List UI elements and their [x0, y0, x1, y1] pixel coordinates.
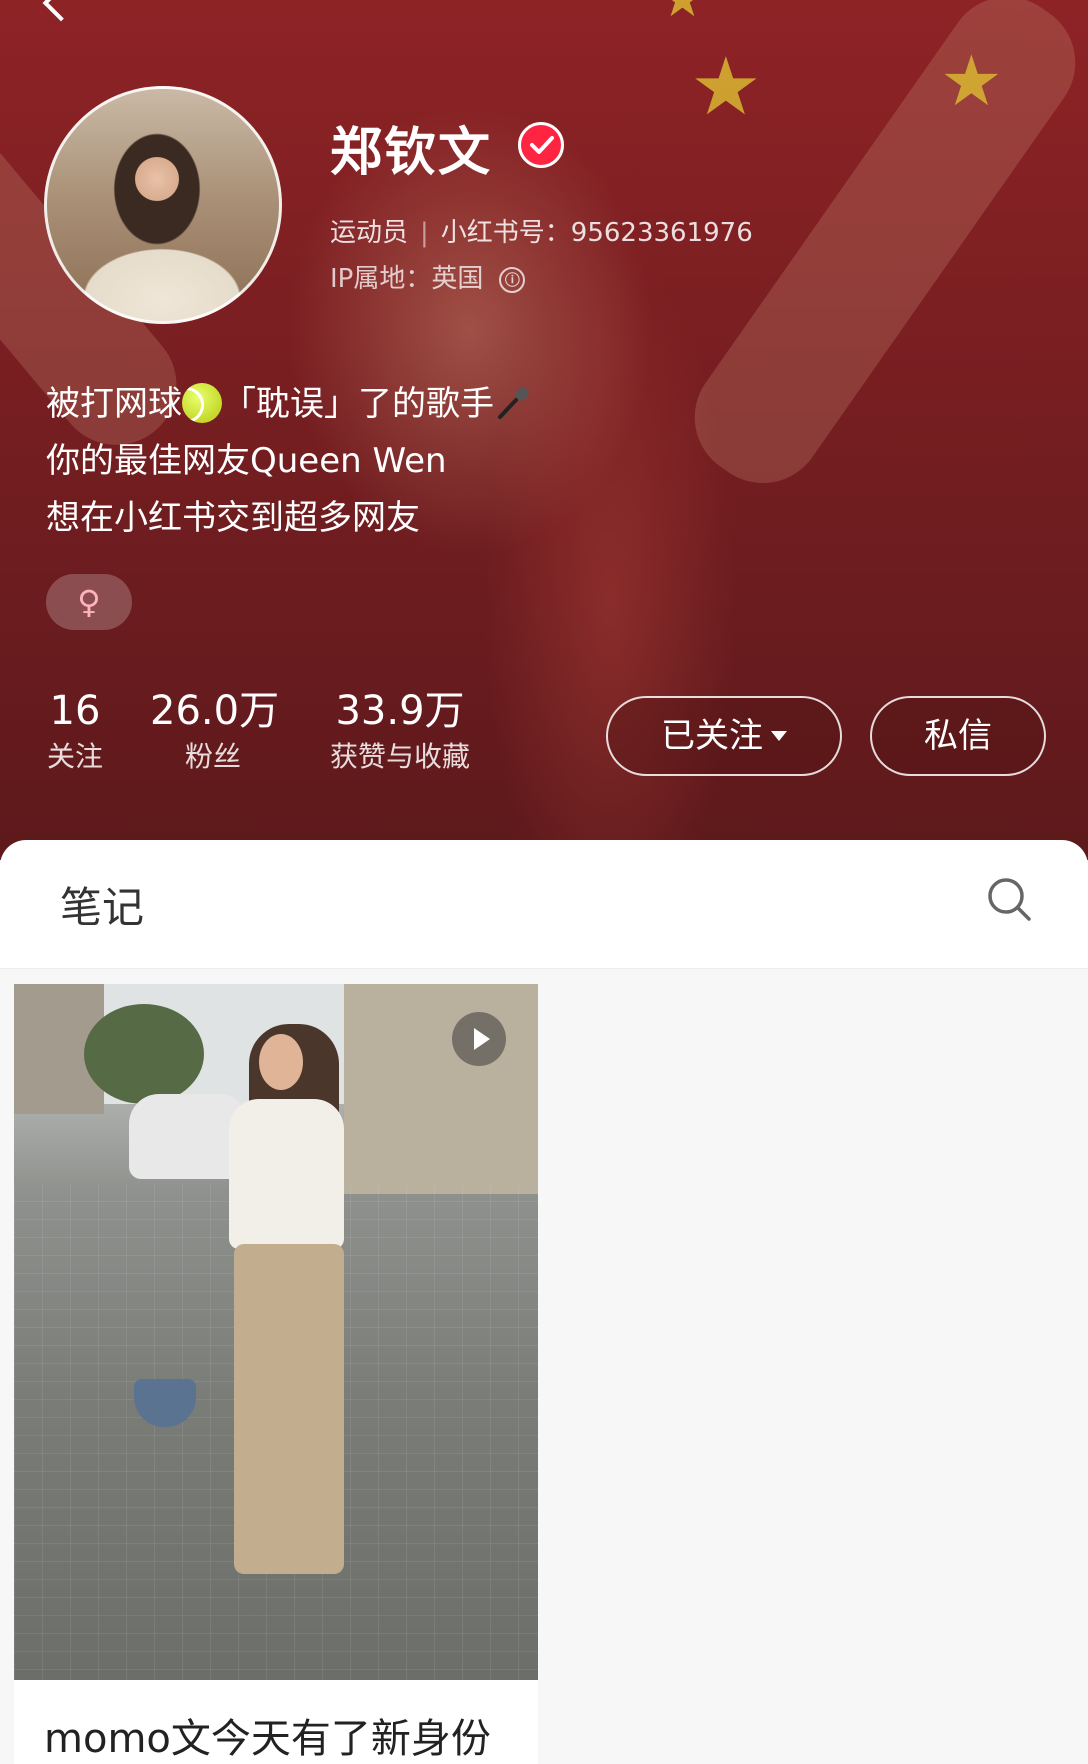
photo-person-face — [259, 1034, 303, 1090]
avatar[interactable] — [44, 86, 282, 324]
profile-role: 运动员 — [330, 218, 409, 248]
verified-badge-icon — [518, 122, 564, 168]
flag-star-icon: ★ — [660, 0, 705, 28]
bio-line-1: 被打网球 「耽误」了的歌手 — [46, 376, 534, 433]
message-button[interactable]: 私信 — [870, 696, 1046, 776]
profile-bio: 被打网球 「耽误」了的歌手 你的最佳网友Queen Wen 想在小红书交到超多网友 — [46, 376, 534, 547]
back-arrow-icon[interactable] — [42, 0, 80, 22]
ip-location: IP属地：英国 ⓘ — [330, 258, 526, 295]
stat-label: 粉丝 — [184, 740, 241, 773]
bio-line-3: 想在小红书交到超多网友 — [46, 498, 420, 538]
photo-tree — [84, 1004, 204, 1104]
redbook-id-value[interactable]: 95623361976 — [571, 218, 753, 248]
stat-value: 26.0万 — [150, 688, 280, 734]
profile-header: ★ ★ ★ 郑钦文 运动员|小红书号：95623361976 IP属地：英国ⓘ … — [0, 0, 1088, 860]
microphone-icon — [498, 387, 529, 419]
caret-down-icon — [771, 731, 787, 741]
note-title[interactable]: momo文今天有了新身份 — [44, 1706, 491, 1764]
flag-star-icon: ★ — [940, 40, 1003, 122]
redbook-id-label: 小红书号： — [440, 218, 571, 248]
stat-label: 获赞与收藏 — [329, 740, 470, 773]
info-icon[interactable]: ⓘ — [499, 267, 526, 293]
notes-tab-bar: 笔记 — [0, 840, 1088, 969]
message-button-label: 私信 — [924, 716, 992, 756]
note-card[interactable]: momo文今天有了新身份 — [14, 984, 538, 1764]
photo-person-shirt — [229, 1099, 344, 1249]
flag-star-icon: ★ — [690, 40, 762, 133]
photo-person-pants — [234, 1244, 344, 1574]
gender-female-icon: ♀ — [46, 574, 132, 630]
stat-value: 16 — [49, 688, 101, 734]
photo-building — [344, 984, 538, 1194]
follow-button[interactable]: 已关注 — [606, 696, 842, 776]
stat-likes-collects[interactable]: 33.9万 获赞与收藏 — [320, 686, 480, 778]
tab-notes[interactable]: 笔记 — [60, 874, 144, 935]
stat-followers[interactable]: 26.0万 粉丝 — [150, 686, 280, 778]
note-cover-image[interactable] — [14, 984, 538, 1680]
bio-text: 「耽误」了的歌手 — [222, 384, 494, 424]
ip-label: IP属地： — [330, 264, 432, 294]
meta-separator: | — [420, 218, 429, 248]
stat-following[interactable]: 16 关注 — [42, 686, 108, 778]
search-icon[interactable] — [986, 876, 1032, 922]
follow-button-label: 已关注 — [661, 716, 763, 756]
stat-label: 关注 — [46, 740, 103, 773]
play-icon — [452, 1012, 506, 1066]
bio-text: 被打网球 — [46, 384, 182, 424]
check-icon — [530, 136, 554, 154]
profile-meta: 运动员 | 小红书号：95623361976 — [330, 212, 753, 249]
bio-line-2: 你的最佳网友Queen Wen — [46, 441, 447, 481]
ip-value: 英国 — [431, 264, 484, 294]
stat-value: 33.9万 — [335, 688, 465, 734]
profile-name: 郑钦文 — [330, 123, 493, 183]
tennis-ball-icon — [182, 383, 222, 423]
